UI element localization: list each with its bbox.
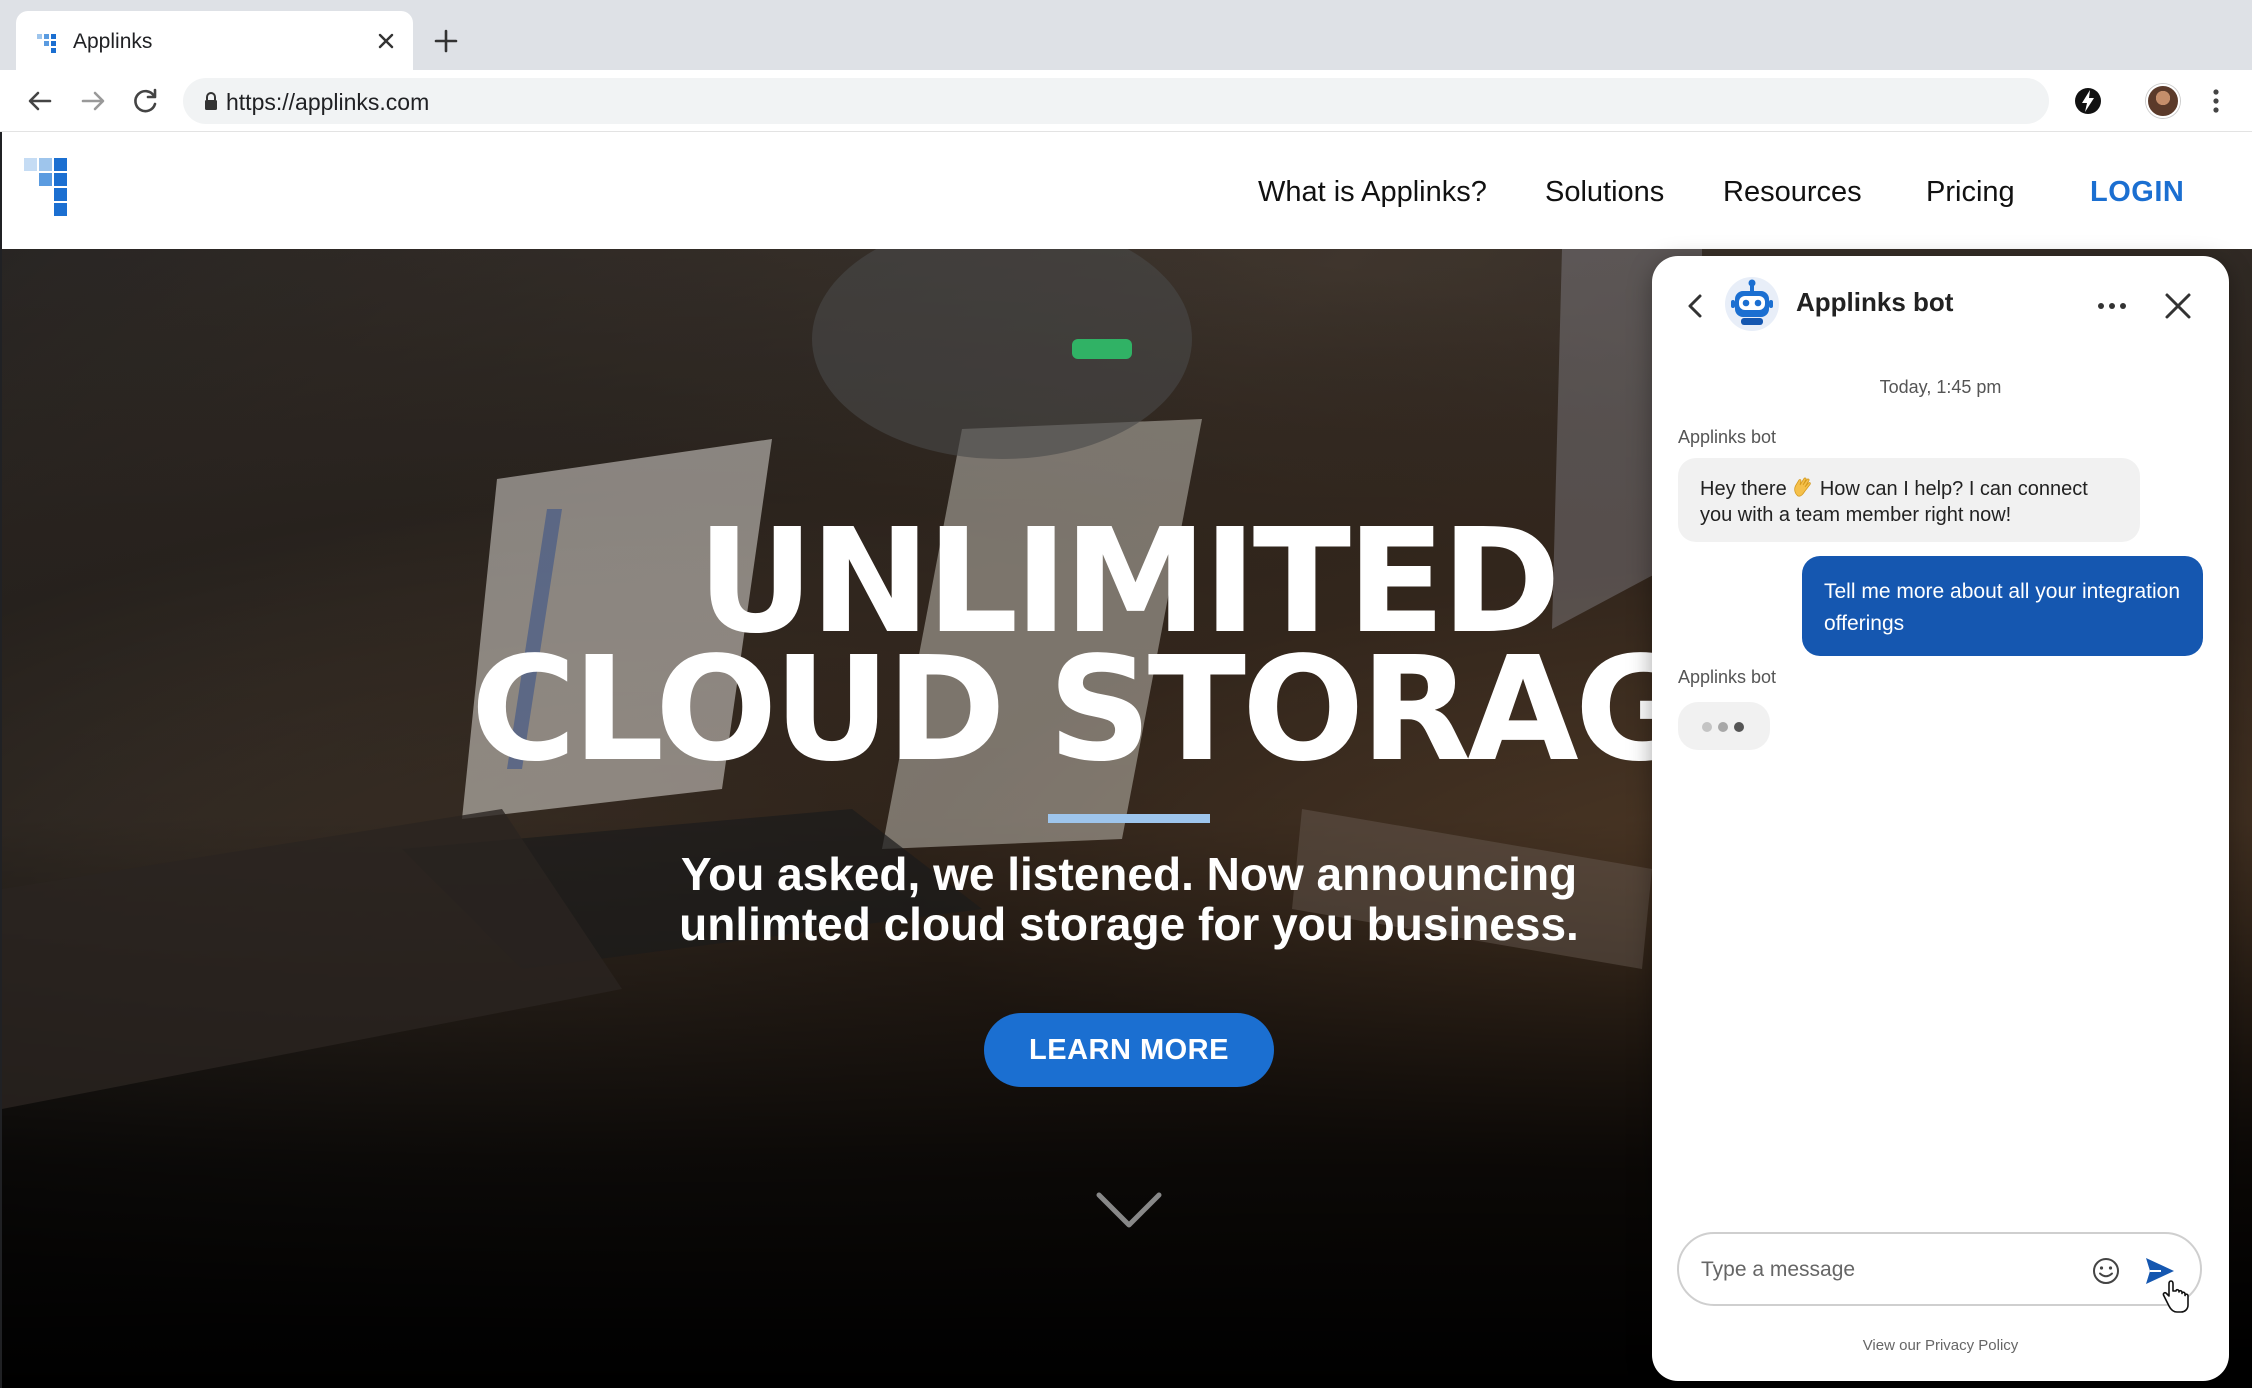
typing-dot <box>1734 722 1744 732</box>
hero-subtitle: You asked, we listened. Now announcing u… <box>679 848 1579 950</box>
address-bar[interactable]: https://applinks.com <box>183 78 2049 124</box>
lightning-extension-icon[interactable] <box>2072 85 2104 117</box>
chat-timestamp: Today, 1:45 pm <box>1879 377 2002 397</box>
browser-tabstrip: Applinks <box>0 0 2252 70</box>
nav-what-is-applinks[interactable]: What is Applinks? <box>1258 176 1487 209</box>
user-message-bubble: Tell me more about all your integration … <box>1802 556 2203 656</box>
message-sender-label: Applinks bot <box>1678 667 1777 687</box>
back-arrow-icon[interactable] <box>24 85 56 117</box>
message-input-container <box>1677 1232 2202 1306</box>
robot-avatar-icon <box>1725 277 1779 331</box>
bot-message-text-start: Hey there <box>1700 478 1787 500</box>
hand-cursor-icon <box>2162 1280 2189 1313</box>
nav-resources[interactable]: Resources <box>1723 176 1862 209</box>
nav-pricing[interactable]: Pricing <box>1926 176 2015 209</box>
applinks-favicon-icon <box>37 34 56 53</box>
typing-dot <box>1702 722 1712 732</box>
message-input[interactable] <box>1701 1252 2081 1288</box>
nav-solutions[interactable]: Solutions <box>1545 176 1664 209</box>
bot-message-bubble: Hey there How can I help? I can connect … <box>1678 458 2140 542</box>
profile-avatar[interactable] <box>2146 84 2180 118</box>
typing-dot <box>1718 722 1728 732</box>
learn-more-button[interactable]: LEARN MORE <box>984 1013 1274 1087</box>
hero-accent-bar <box>1048 814 1210 823</box>
browser-menu-icon[interactable] <box>2206 85 2226 117</box>
chat-title: Applinks bot <box>1796 287 1954 317</box>
chevron-left-icon[interactable] <box>1682 286 1708 326</box>
close-icon[interactable] <box>2158 286 2198 326</box>
privacy-policy-link[interactable]: View our Privacy Policy <box>1652 1337 2229 1354</box>
chat-widget: Applinks bot Today, 1:45 pm Applinks bot… <box>1652 256 2229 1381</box>
typing-indicator <box>1678 702 1770 750</box>
forward-arrow-icon[interactable] <box>77 85 109 117</box>
site-header: What is Applinks? Solutions Resources Pr… <box>2 132 2252 249</box>
browser-toolbar: https://applinks.com <box>0 70 2252 132</box>
url-text: https://applinks.com <box>226 89 430 115</box>
lock-icon <box>205 92 217 110</box>
close-tab-icon[interactable] <box>372 27 400 55</box>
browser-tab-title: Applinks <box>73 30 153 53</box>
waving-hand-icon <box>1794 477 1812 497</box>
more-options-icon[interactable] <box>2092 286 2132 326</box>
browser-tab-applinks[interactable]: Applinks <box>16 11 413 70</box>
emoji-icon[interactable] <box>2091 1256 2121 1286</box>
reload-icon[interactable] <box>130 85 162 117</box>
chevron-down-icon[interactable] <box>1095 1189 1163 1233</box>
nav-login[interactable]: LOGIN <box>2090 176 2184 209</box>
new-tab-icon[interactable] <box>431 26 461 56</box>
message-sender-label: Applinks bot <box>1678 427 1777 447</box>
applinks-logo-icon[interactable] <box>24 158 86 220</box>
